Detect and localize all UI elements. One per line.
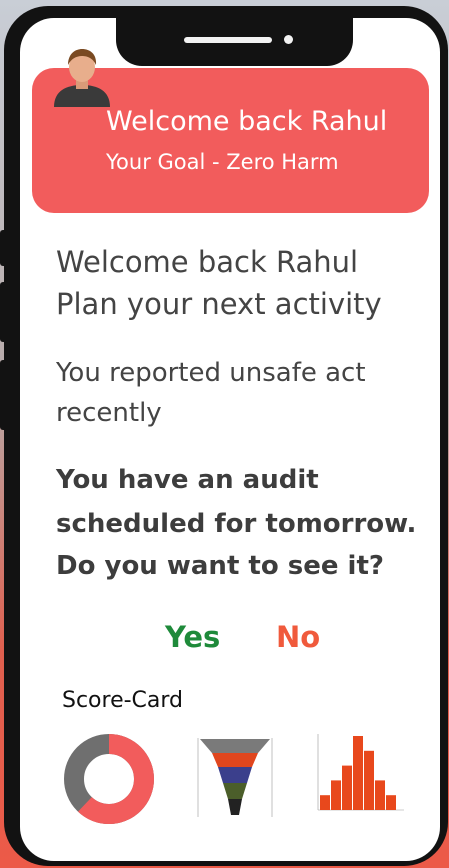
histogram-bar: [331, 780, 341, 810]
volume-up-button: [0, 230, 7, 266]
yes-button[interactable]: Yes: [165, 620, 220, 654]
phone-notch: [116, 14, 353, 66]
audit-prompt-line-1: You have an audit: [56, 465, 319, 495]
report-line-1: You reported unsafe act: [56, 358, 366, 388]
volume-down-button: [0, 282, 7, 342]
power-button: [0, 360, 7, 430]
histogram-bar: [375, 780, 385, 810]
speaker-grille: [184, 37, 272, 43]
histogram-bar: [364, 750, 374, 810]
funnel-band-2: [212, 753, 258, 767]
funnel-band-5: [228, 799, 242, 815]
scorecard-funnel-chart[interactable]: [184, 735, 284, 820]
histogram-bar: [386, 795, 396, 810]
scorecard-histogram[interactable]: [312, 730, 408, 816]
histogram-bar: [320, 795, 330, 810]
no-button[interactable]: No: [276, 620, 320, 654]
histogram-bar: [342, 765, 352, 810]
report-line-2: recently: [56, 398, 162, 428]
greeting-line: Welcome back Rahul: [56, 245, 359, 279]
person-avatar-icon: [54, 49, 110, 107]
audit-prompt-line-3: Do you want to see it?: [56, 551, 384, 581]
funnel-band-4: [223, 783, 247, 799]
funnel-band-1: [200, 739, 270, 753]
funnel-band-3: [218, 767, 252, 783]
plan-activity-line: Plan your next activity: [56, 287, 382, 321]
banner-goal-text: Your Goal - Zero Harm: [106, 150, 339, 174]
banner-welcome-title: Welcome back Rahul: [106, 106, 388, 137]
scorecard-label: Score-Card: [62, 688, 184, 713]
scorecard-donut-chart[interactable]: [63, 733, 155, 825]
front-camera: [284, 35, 293, 44]
histogram-bar: [353, 736, 363, 810]
audit-prompt-line-2: scheduled for tomorrow.: [56, 509, 417, 539]
